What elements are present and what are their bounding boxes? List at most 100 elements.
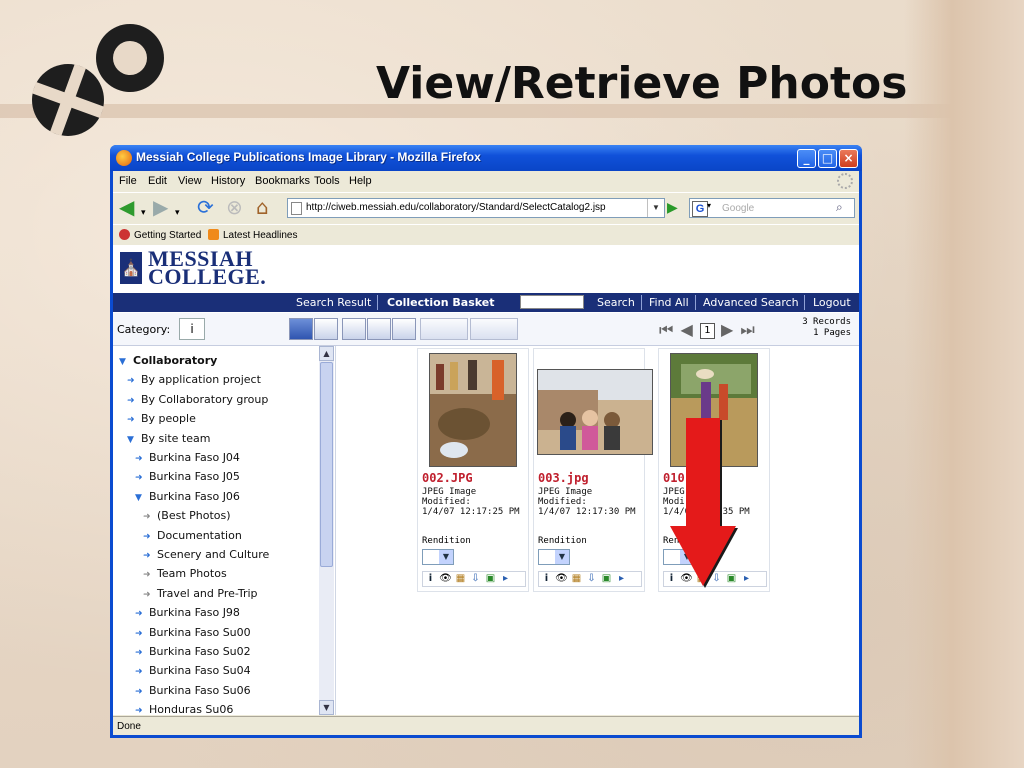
page-number[interactable]: 1 (699, 323, 715, 339)
stop-button[interactable]: ⊗ (226, 196, 243, 218)
menu-tools[interactable]: Tools (314, 175, 340, 187)
medium-size-button[interactable] (367, 318, 391, 340)
nav-search-input[interactable] (520, 295, 584, 309)
menu-file[interactable]: File (119, 175, 137, 187)
bookmark-getting-started[interactable]: Getting Started (119, 229, 201, 241)
arrow-right-icon[interactable]: ➜ (135, 667, 145, 677)
next-page-icon[interactable]: ▶ (721, 320, 734, 339)
nav-find-all[interactable]: Find All (649, 296, 689, 309)
arrow-down-icon[interactable]: ▼ (127, 435, 137, 445)
menu-bookmarks[interactable]: Bookmarks (255, 175, 310, 187)
arrow-right-icon[interactable]: ➜ (135, 706, 145, 715)
arrow-right-icon[interactable]: ➜ (135, 473, 145, 483)
close-button[interactable]: × (839, 149, 858, 168)
rows-adjust-button[interactable] (470, 318, 518, 340)
tree-node[interactable]: ➜ Travel and Pre-Trip (143, 587, 258, 600)
tree-node[interactable]: ➜ Burkina Faso J04 (135, 451, 240, 464)
tree-node[interactable]: ➜ Burkina Faso Su06 (135, 684, 251, 697)
scroll-thumb[interactable] (320, 362, 333, 567)
rendition-select[interactable]: ▼ (422, 549, 454, 565)
more-icon[interactable]: ▸ (498, 572, 513, 586)
arrow-down-icon[interactable]: ▼ (119, 357, 129, 367)
tree-node[interactable]: ▼ Collaboratory (119, 354, 217, 367)
address-bar[interactable]: http://ciweb.messiah.edu/collaboratory/S… (287, 198, 665, 218)
tree-node[interactable]: ➜ By Collaboratory group (127, 393, 268, 406)
minimize-button[interactable]: _ (797, 149, 816, 168)
tree-node[interactable]: ➜ Burkina Faso J05 (135, 470, 240, 483)
info-icon[interactable]: i (423, 572, 438, 586)
tree-node[interactable]: ➜ Burkina Faso J98 (135, 606, 240, 619)
chevron-down-icon[interactable]: ▼ (439, 550, 453, 564)
download-icon[interactable]: ⇩ (468, 572, 483, 586)
category-select[interactable]: i (179, 318, 205, 340)
tree-node[interactable]: ➜ Burkina Faso Su04 (135, 664, 251, 677)
download-icon[interactable]: ⇩ (584, 572, 599, 586)
more-icon[interactable]: ▸ (739, 572, 754, 586)
arrow-right-icon[interactable]: ➜ (135, 454, 145, 464)
arrow-right-icon[interactable]: ➜ (135, 629, 145, 639)
home-button[interactable]: ⌂ (256, 196, 269, 218)
tree-node[interactable]: ➜ Scenery and Culture (143, 548, 269, 561)
tree-node[interactable]: ➜ Honduras Su06 (135, 703, 233, 715)
forward-dropdown-icon[interactable]: ▾ (175, 202, 180, 224)
nav-collection-basket[interactable]: Collection Basket (387, 296, 495, 309)
basket-icon[interactable]: ▦ (569, 572, 584, 586)
menu-edit[interactable]: Edit (148, 175, 167, 187)
nav-search-result[interactable]: Search Result (296, 296, 371, 309)
back-dropdown-icon[interactable]: ▾ (141, 202, 146, 224)
photo-card[interactable]: 002.JPG JPEG Image Modified: 1/4/07 12:17:… (417, 348, 529, 592)
list-view-button[interactable] (314, 318, 338, 340)
google-icon[interactable]: G (692, 201, 708, 217)
photo-thumbnail[interactable] (429, 353, 517, 467)
maximize-button[interactable]: □ (818, 149, 837, 168)
file-name[interactable]: 003.jpg (538, 471, 589, 485)
scroll-down-icon[interactable]: ▼ (319, 700, 334, 715)
search-box[interactable]: G ▾ Google ⌕ (689, 198, 855, 218)
url-dropdown-icon[interactable]: ▼ (647, 199, 664, 217)
more-icon[interactable]: ▸ (614, 572, 629, 586)
tree-node[interactable]: ➜ Team Photos (143, 567, 227, 580)
arrow-right-icon[interactable]: ➜ (143, 512, 153, 522)
thumbnail-view-button[interactable] (289, 318, 313, 340)
go-button[interactable]: ▶ (667, 199, 683, 217)
arrow-right-icon[interactable]: ➜ (127, 376, 137, 386)
tree-scrollbar[interactable]: ▲ ▼ (319, 346, 334, 715)
back-button[interactable]: ◀ (119, 196, 134, 218)
info-icon[interactable]: i (539, 572, 554, 586)
export-icon[interactable]: ▣ (599, 572, 614, 586)
arrow-right-icon[interactable]: ➜ (143, 570, 153, 580)
nav-logout[interactable]: Logout (813, 296, 851, 309)
menu-view[interactable]: View (178, 175, 202, 187)
arrow-right-icon[interactable]: ➜ (135, 648, 145, 658)
arrow-down-icon[interactable]: ▼ (135, 493, 145, 503)
arrow-right-icon[interactable]: ➜ (143, 590, 153, 600)
nav-search[interactable]: Search (597, 296, 635, 309)
chevron-down-icon[interactable]: ▼ (555, 550, 569, 564)
basket-icon[interactable]: ▦ (453, 572, 468, 586)
tree-node[interactable]: ▼ By site team (127, 432, 210, 445)
large-size-button[interactable] (392, 318, 416, 340)
tree-node[interactable]: ➜ By application project (127, 373, 261, 386)
reload-button[interactable]: ⟳ (197, 196, 214, 218)
view-icon[interactable]: 👁 (438, 572, 453, 586)
arrow-right-icon[interactable]: ➜ (135, 609, 145, 619)
view-icon[interactable]: 👁 (554, 572, 569, 586)
arrow-right-icon[interactable]: ➜ (135, 687, 145, 697)
first-page-icon[interactable]: ⏮ (659, 320, 674, 339)
arrow-right-icon[interactable]: ➜ (127, 396, 137, 406)
college-logo[interactable]: MESSIAH COLLEGE. (148, 248, 266, 288)
scroll-up-icon[interactable]: ▲ (319, 346, 334, 361)
arrow-right-icon[interactable]: ➜ (143, 551, 153, 561)
tree-node[interactable]: ➜ Documentation (143, 529, 242, 542)
prev-page-icon[interactable]: ◀ (681, 320, 694, 339)
columns-adjust-button[interactable] (420, 318, 468, 340)
tree-node[interactable]: ➜ (Best Photos) (143, 509, 231, 522)
photo-thumbnail[interactable] (537, 369, 653, 455)
tree-node[interactable]: ➜ Burkina Faso Su00 (135, 626, 251, 639)
forward-button[interactable]: ▶ (153, 196, 168, 218)
arrow-right-icon[interactable]: ➜ (127, 415, 137, 425)
nav-advanced-search[interactable]: Advanced Search (703, 296, 799, 309)
tree-node[interactable]: ➜ Burkina Faso Su02 (135, 645, 251, 658)
tree-node[interactable]: ▼ Burkina Faso J06 (135, 490, 240, 503)
export-icon[interactable]: ▣ (483, 572, 498, 586)
